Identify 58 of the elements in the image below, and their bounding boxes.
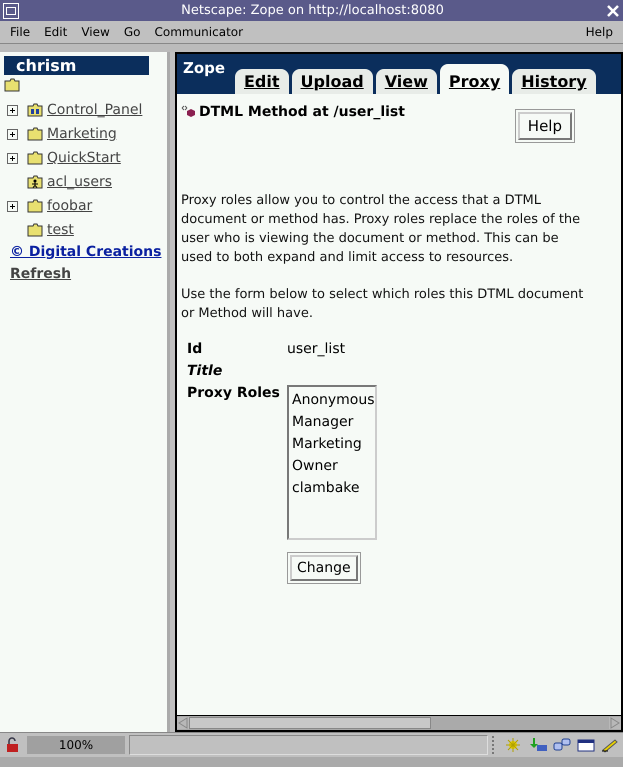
address-card-icon[interactable]	[576, 737, 596, 753]
tree-link[interactable]: test	[47, 222, 74, 238]
copyright-link[interactable]: © Digital Creations	[10, 244, 167, 260]
menu-item[interactable]: Edit	[37, 25, 74, 39]
folder-icon[interactable]	[27, 151, 43, 165]
folder-icon[interactable]	[27, 199, 43, 213]
tree-link[interactable]: Control_Panel	[47, 102, 142, 118]
id-value: user_list	[287, 341, 346, 357]
description-text: Use the form below to select which roles this DTML document or Method will have.	[181, 286, 584, 323]
tab[interactable]: History	[512, 69, 596, 94]
role-option[interactable]: Marketing	[292, 433, 372, 455]
help-button[interactable]: Help	[518, 112, 572, 140]
tab[interactable]: View	[376, 69, 437, 94]
pencil-icon[interactable]	[600, 737, 620, 753]
menu-item[interactable]: Go	[116, 25, 148, 39]
field-label: Title	[187, 363, 224, 379]
roles-listbox[interactable]: Anonymous Manager Marketing Owner clambake	[287, 385, 377, 540]
page-heading: DTML Method at /user_list	[199, 104, 405, 120]
role-option[interactable]: Manager	[292, 411, 372, 433]
menu-item[interactable]: View	[74, 25, 117, 39]
description-text: Proxy roles allow you to control the access that a DTML document or method has. Proxy roles replace the roles of the user who is viewing the document or method. This can be used to both expand and limit access to resources.	[181, 192, 582, 267]
expand-icon[interactable]	[7, 200, 18, 212]
tree-link[interactable]: QuickStart	[47, 150, 121, 166]
folder-icon[interactable]	[27, 223, 43, 237]
tab[interactable]: Upload	[292, 69, 373, 94]
refresh-link[interactable]: Refresh	[10, 266, 167, 282]
menu-item[interactable]: File	[3, 25, 38, 39]
folder-icon[interactable]	[27, 127, 43, 141]
expand-icon[interactable]	[7, 128, 18, 140]
role-option[interactable]: clambake	[292, 477, 372, 499]
field-label: Id	[187, 341, 204, 357]
role-option[interactable]: Anonymous	[292, 389, 372, 411]
horizontal-scrollbar[interactable]	[177, 715, 621, 730]
tree-link[interactable]: foobar	[47, 198, 92, 214]
role-option[interactable]: Owner	[292, 455, 372, 477]
tree-link[interactable]: acl_users	[47, 174, 112, 190]
tab[interactable]: Proxy	[440, 64, 510, 94]
expand-icon[interactable]	[7, 152, 18, 164]
close-icon[interactable]	[606, 4, 620, 18]
logo: Zope	[183, 59, 226, 77]
window-title: Netscape: Zope on http://localhost:8080	[180, 3, 445, 18]
menu-item[interactable]: Communicator	[147, 25, 250, 39]
chat-icon[interactable]	[552, 737, 572, 753]
field-label: Proxy Roles	[187, 385, 281, 401]
user-header: chrism	[4, 56, 149, 75]
zoom-level: 100%	[27, 736, 125, 754]
folder-icon[interactable]	[4, 78, 20, 92]
window-menu-icon[interactable]	[3, 2, 19, 18]
expand-icon[interactable]	[7, 104, 18, 116]
tree-link[interactable]: Marketing	[47, 126, 117, 142]
user-folder-icon[interactable]	[27, 175, 43, 189]
document-icon	[181, 104, 197, 118]
change-button[interactable]: Change	[290, 555, 358, 581]
control-folder-icon[interactable]	[27, 103, 43, 117]
menu-item[interactable]: Help	[578, 25, 620, 39]
scroll-thumb[interactable]	[189, 717, 431, 729]
tab[interactable]: Edit	[235, 69, 289, 94]
download-icon[interactable]	[528, 737, 548, 753]
